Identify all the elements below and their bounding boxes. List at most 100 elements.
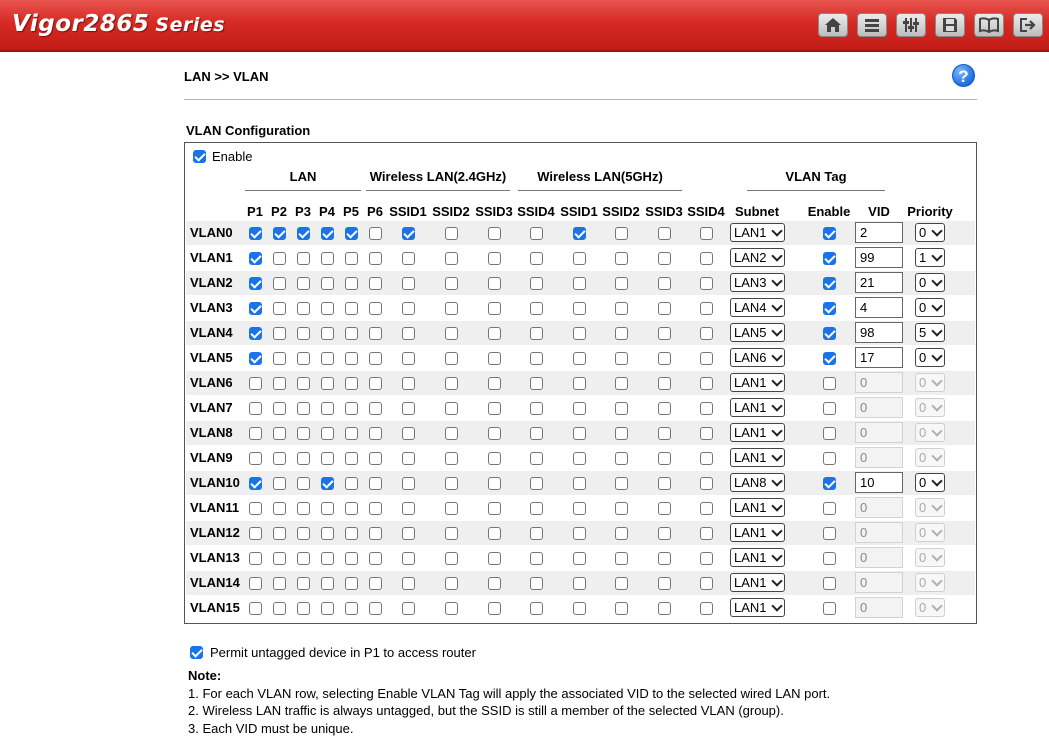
member-checkbox-5g-ssid4[interactable] — [700, 477, 713, 490]
member-checkbox-24g-ssid2[interactable] — [445, 252, 458, 265]
vid-input[interactable]: 21 — [855, 272, 903, 293]
member-checkbox-p4[interactable] — [321, 227, 334, 240]
priority-select[interactable]: 0 — [915, 598, 945, 617]
subnet-select[interactable]: LAN3 — [730, 273, 785, 292]
priority-select[interactable]: 0 — [915, 523, 945, 542]
member-checkbox-5g-ssid2[interactable] — [615, 552, 628, 565]
member-checkbox-24g-ssid4[interactable] — [530, 452, 543, 465]
member-checkbox-p6[interactable] — [369, 527, 382, 540]
member-checkbox-p6[interactable] — [369, 252, 382, 265]
vid-input[interactable]: 98 — [855, 322, 903, 343]
member-checkbox-24g-ssid2[interactable] — [445, 552, 458, 565]
subnet-select[interactable]: LAN1 — [730, 548, 785, 567]
member-checkbox-5g-ssid1[interactable] — [573, 452, 586, 465]
member-checkbox-24g-ssid4[interactable] — [530, 602, 543, 615]
member-checkbox-24g-ssid3[interactable] — [488, 427, 501, 440]
member-checkbox-p3[interactable] — [297, 327, 310, 340]
member-checkbox-5g-ssid2[interactable] — [615, 352, 628, 365]
member-checkbox-p6[interactable] — [369, 502, 382, 515]
priority-select[interactable]: 0 — [915, 448, 945, 467]
subnet-select[interactable]: LAN1 — [730, 448, 785, 467]
member-checkbox-p2[interactable] — [273, 502, 286, 515]
vlan-tag-enable-checkbox[interactable] — [823, 577, 836, 590]
member-checkbox-24g-ssid2[interactable] — [445, 602, 458, 615]
vid-input[interactable]: 0 — [855, 497, 903, 518]
member-checkbox-p3[interactable] — [297, 552, 310, 565]
member-checkbox-5g-ssid1[interactable] — [573, 502, 586, 515]
member-checkbox-24g-ssid1[interactable] — [402, 302, 415, 315]
member-checkbox-p6[interactable] — [369, 327, 382, 340]
member-checkbox-p1[interactable] — [249, 552, 262, 565]
member-checkbox-5g-ssid1[interactable] — [573, 377, 586, 390]
vlan-tag-enable-checkbox[interactable] — [823, 502, 836, 515]
member-checkbox-24g-ssid2[interactable] — [445, 302, 458, 315]
member-checkbox-p2[interactable] — [273, 377, 286, 390]
member-checkbox-24g-ssid1[interactable] — [402, 352, 415, 365]
enable-vlan-checkbox[interactable] — [193, 150, 206, 163]
member-checkbox-24g-ssid1[interactable] — [402, 577, 415, 590]
member-checkbox-24g-ssid2[interactable] — [445, 277, 458, 290]
member-checkbox-p1[interactable] — [249, 277, 262, 290]
member-checkbox-5g-ssid3[interactable] — [658, 302, 671, 315]
member-checkbox-5g-ssid4[interactable] — [700, 552, 713, 565]
member-checkbox-5g-ssid2[interactable] — [615, 577, 628, 590]
member-checkbox-24g-ssid1[interactable] — [402, 552, 415, 565]
member-checkbox-24g-ssid4[interactable] — [530, 577, 543, 590]
member-checkbox-p2[interactable] — [273, 527, 286, 540]
member-checkbox-24g-ssid3[interactable] — [488, 477, 501, 490]
member-checkbox-p6[interactable] — [369, 452, 382, 465]
member-checkbox-24g-ssid2[interactable] — [445, 402, 458, 415]
vlan-tag-enable-checkbox[interactable] — [823, 277, 836, 290]
member-checkbox-24g-ssid1[interactable] — [402, 252, 415, 265]
member-checkbox-p6[interactable] — [369, 477, 382, 490]
member-checkbox-p5[interactable] — [345, 577, 358, 590]
member-checkbox-5g-ssid4[interactable] — [700, 352, 713, 365]
member-checkbox-24g-ssid3[interactable] — [488, 327, 501, 340]
vid-input[interactable]: 0 — [855, 597, 903, 618]
vid-input[interactable]: 0 — [855, 572, 903, 593]
member-checkbox-24g-ssid2[interactable] — [445, 427, 458, 440]
member-checkbox-5g-ssid4[interactable] — [700, 377, 713, 390]
vlan-tag-enable-checkbox[interactable] — [823, 402, 836, 415]
member-checkbox-24g-ssid4[interactable] — [530, 327, 543, 340]
member-checkbox-p6[interactable] — [369, 352, 382, 365]
member-checkbox-24g-ssid4[interactable] — [530, 527, 543, 540]
member-checkbox-24g-ssid2[interactable] — [445, 377, 458, 390]
member-checkbox-p1[interactable] — [249, 477, 262, 490]
vid-input[interactable]: 4 — [855, 297, 903, 318]
book-icon[interactable] — [974, 13, 1004, 37]
member-checkbox-5g-ssid2[interactable] — [615, 327, 628, 340]
member-checkbox-5g-ssid3[interactable] — [658, 452, 671, 465]
member-checkbox-24g-ssid2[interactable] — [445, 527, 458, 540]
vlan-tag-enable-checkbox[interactable] — [823, 352, 836, 365]
member-checkbox-24g-ssid1[interactable] — [402, 452, 415, 465]
member-checkbox-24g-ssid4[interactable] — [530, 352, 543, 365]
member-checkbox-5g-ssid2[interactable] — [615, 502, 628, 515]
subnet-select[interactable]: LAN1 — [730, 373, 785, 392]
member-checkbox-p3[interactable] — [297, 577, 310, 590]
member-checkbox-p3[interactable] — [297, 227, 310, 240]
member-checkbox-p4[interactable] — [321, 577, 334, 590]
member-checkbox-5g-ssid1[interactable] — [573, 552, 586, 565]
priority-select[interactable]: 0 — [915, 223, 945, 242]
member-checkbox-p2[interactable] — [273, 552, 286, 565]
member-checkbox-p5[interactable] — [345, 602, 358, 615]
subnet-select[interactable]: LAN6 — [730, 348, 785, 367]
member-checkbox-p6[interactable] — [369, 427, 382, 440]
member-checkbox-p4[interactable] — [321, 352, 334, 365]
member-checkbox-p5[interactable] — [345, 302, 358, 315]
priority-select[interactable]: 0 — [915, 373, 945, 392]
subnet-select[interactable]: LAN8 — [730, 473, 785, 492]
member-checkbox-24g-ssid1[interactable] — [402, 527, 415, 540]
member-checkbox-5g-ssid4[interactable] — [700, 252, 713, 265]
member-checkbox-p4[interactable] — [321, 327, 334, 340]
priority-select[interactable]: 5 — [915, 323, 945, 342]
member-checkbox-p3[interactable] — [297, 302, 310, 315]
vid-input[interactable]: 17 — [855, 347, 903, 368]
member-checkbox-24g-ssid4[interactable] — [530, 552, 543, 565]
member-checkbox-24g-ssid4[interactable] — [530, 252, 543, 265]
member-checkbox-5g-ssid4[interactable] — [700, 577, 713, 590]
priority-select[interactable]: 0 — [915, 273, 945, 292]
member-checkbox-5g-ssid4[interactable] — [700, 602, 713, 615]
vid-input[interactable]: 0 — [855, 447, 903, 468]
